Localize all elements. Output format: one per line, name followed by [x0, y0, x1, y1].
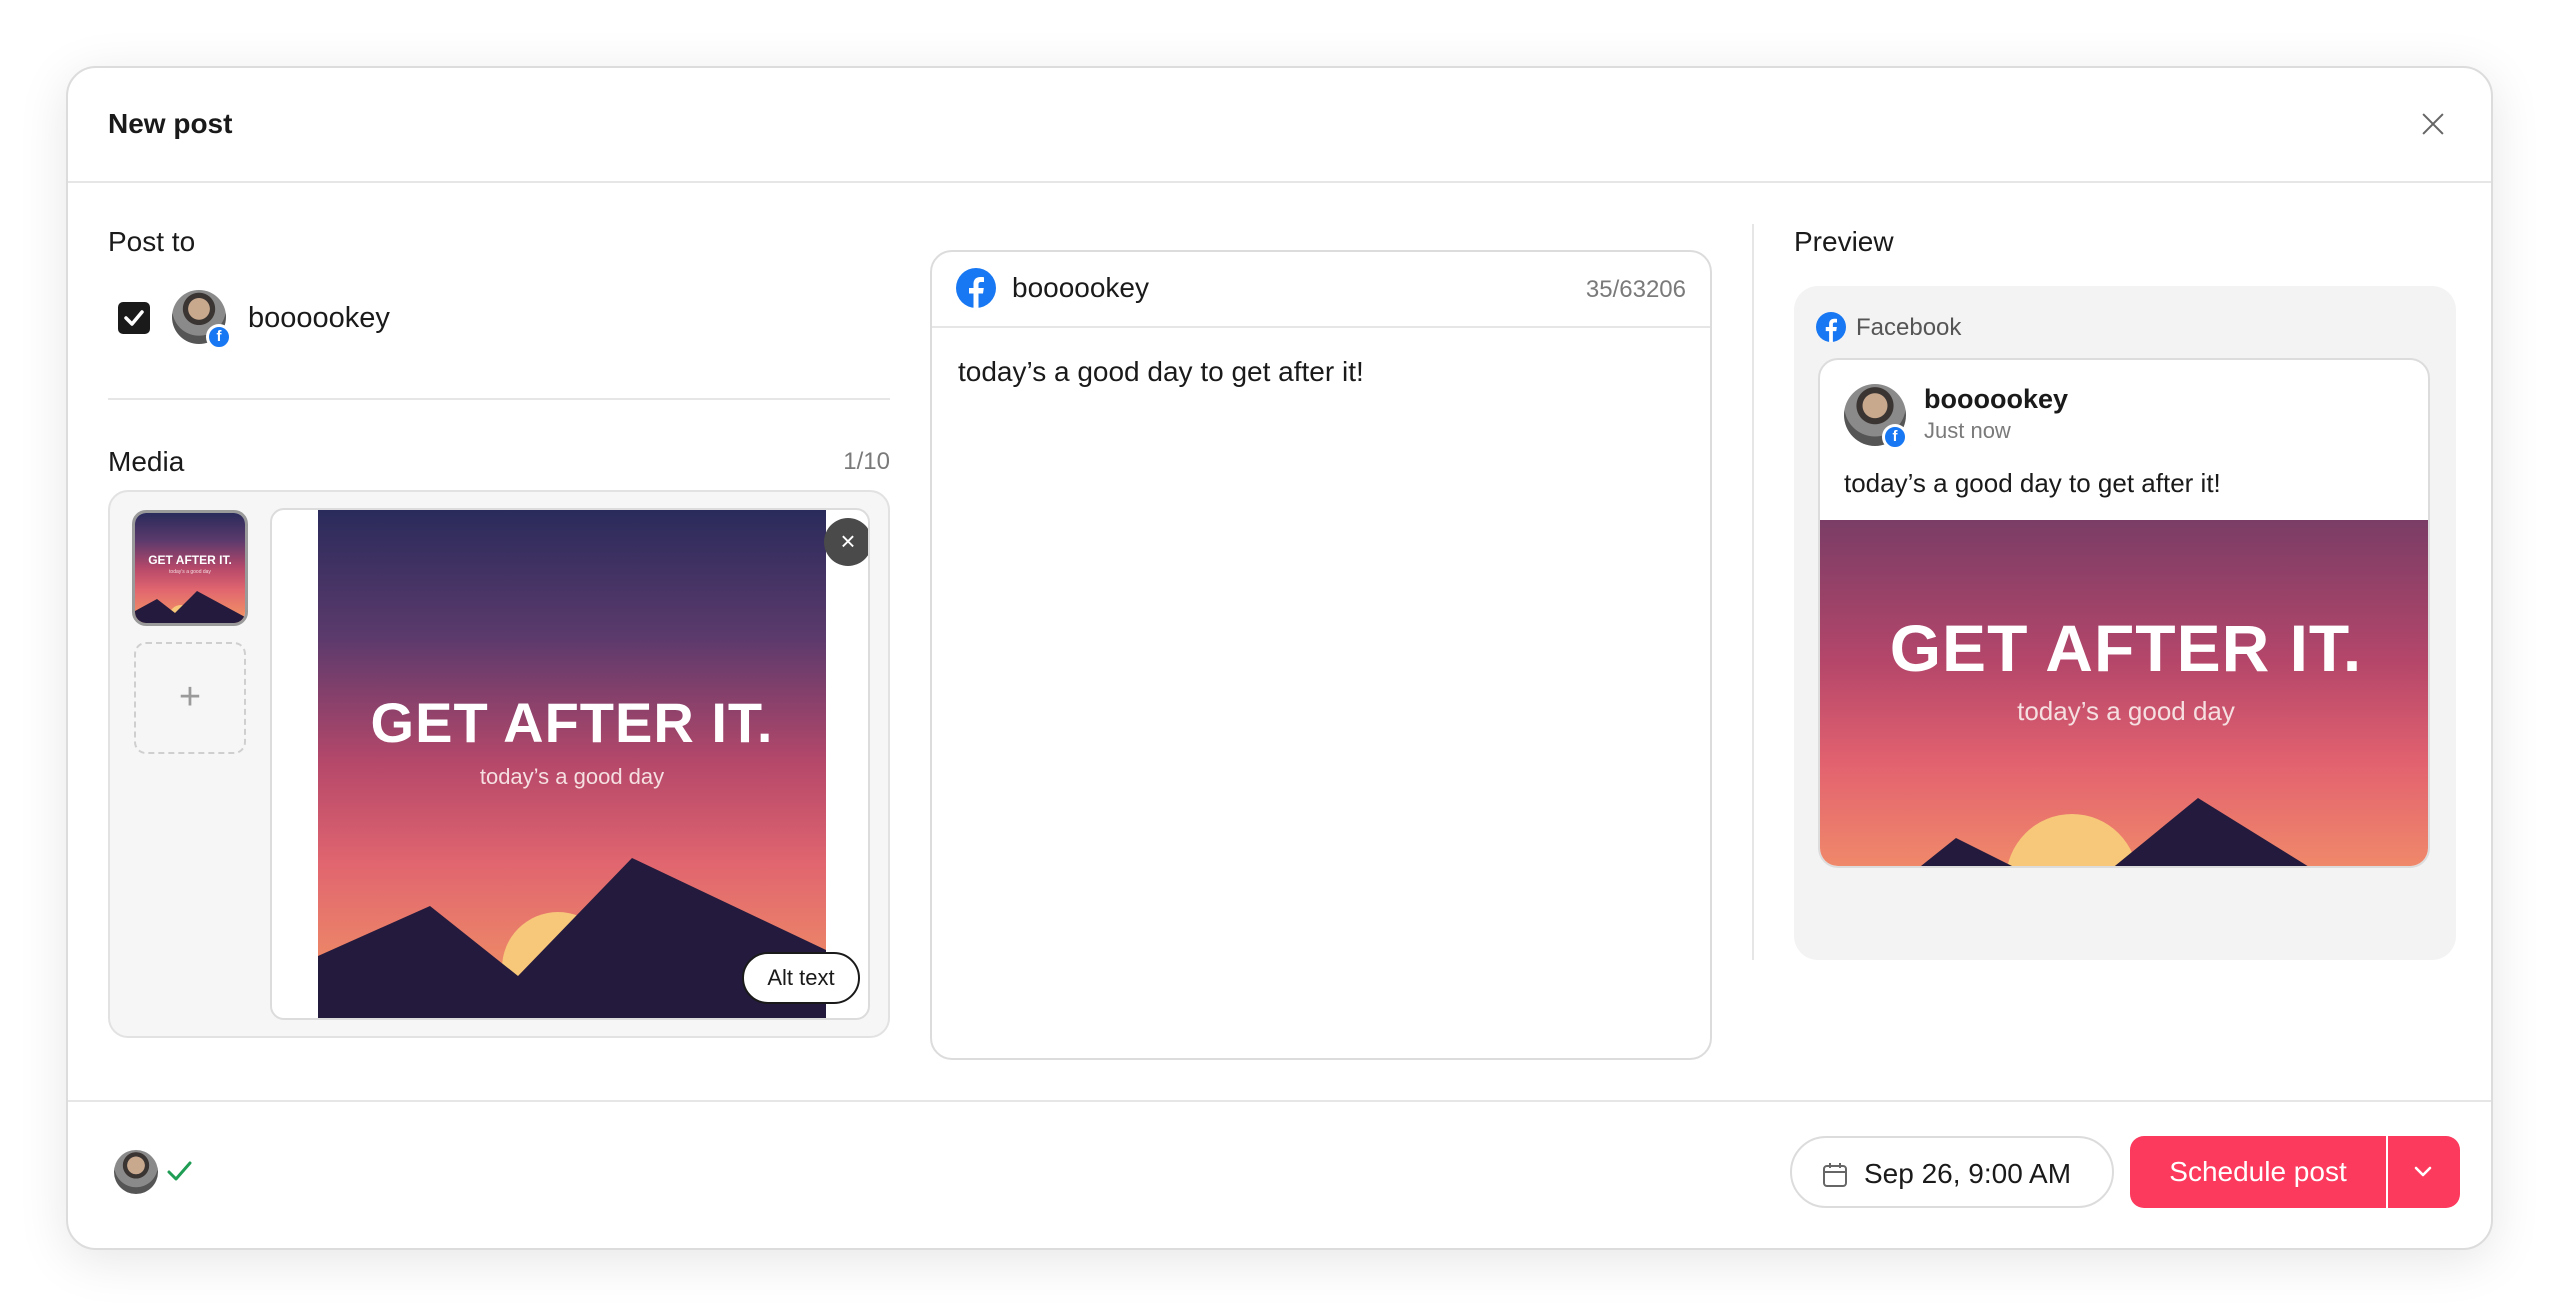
- preview-timestamp: Just now: [1924, 418, 2011, 443]
- modal-header: New post: [68, 68, 2491, 183]
- media-thumbnail[interactable]: GET AFTER IT. today’s a good day: [132, 510, 248, 626]
- preview-post-text: today’s a good day to get after it!: [1844, 468, 2221, 498]
- preview-subline: today’s a good day: [2017, 696, 2235, 726]
- modal-title: New post: [108, 108, 233, 139]
- preview-artwork: GET AFTER IT. today’s a good day: [1820, 520, 2428, 866]
- media-subline: today’s a good day: [479, 764, 665, 789]
- section-divider: [108, 398, 890, 400]
- plus-icon: +: [178, 676, 202, 718]
- mountain-graphic: [1921, 798, 2308, 866]
- schedule-options-button[interactable]: [2388, 1136, 2460, 1208]
- calendar-icon: [1823, 1163, 1847, 1187]
- thumbnail-artwork: GET AFTER IT. today’s a good day: [135, 513, 245, 623]
- preview-label: Preview: [1794, 226, 1894, 257]
- media-preview: GET AFTER IT. today’s a good day × Alt t…: [270, 508, 870, 1020]
- post-to-label: Post to: [108, 226, 196, 257]
- schedule-date: Sep 26, 9:00 AM: [1864, 1158, 2072, 1189]
- thumbnail-headline: GET AFTER IT.: [148, 553, 232, 567]
- thumbnail-subline: today’s a good day: [169, 569, 211, 575]
- media-headline: GET AFTER IT.: [370, 691, 774, 754]
- schedule-date-button[interactable]: Sep 26, 9:00 AM: [1790, 1136, 2114, 1208]
- facebook-icon: f: [206, 324, 232, 350]
- preview-account-name: boooookey: [1924, 384, 2069, 414]
- remove-media-button[interactable]: ×: [824, 518, 868, 566]
- preview-headline: GET AFTER IT.: [1889, 611, 2363, 685]
- editor-account-name: boooookey: [1012, 272, 1150, 303]
- preview-platform-name: Facebook: [1856, 314, 1962, 341]
- media-label: Media: [108, 446, 185, 477]
- avatar: [114, 1150, 158, 1194]
- media-panel: GET AFTER IT. today’s a good day + GET A…: [108, 490, 890, 1038]
- add-media-button[interactable]: +: [134, 642, 246, 754]
- mountain-graphic: [135, 591, 245, 623]
- chevron-down-icon: [2414, 1166, 2432, 1177]
- new-post-modal: New post Post to f boooookey Media 1/10 …: [66, 66, 2493, 1250]
- facebook-icon: [956, 268, 996, 308]
- checkbox-checked-icon: [124, 310, 144, 326]
- modal-footer: Sep 26, 9:00 AM Schedule post: [68, 1100, 2491, 1248]
- post-editor: boooookey 35/63206 today’s a good day to…: [930, 250, 1712, 1060]
- preview-panel: Facebook f boooookey Just now today’s a …: [1794, 286, 2456, 960]
- post-text-input[interactable]: today’s a good day to get after it!: [958, 356, 1364, 388]
- editor-header: boooookey 35/63206: [932, 252, 1710, 328]
- alt-text-button[interactable]: Alt text: [742, 952, 860, 1004]
- media-count: 1/10: [843, 448, 890, 475]
- account-name: boooookey: [248, 302, 390, 334]
- character-count: 35/63206: [1585, 276, 1686, 303]
- facebook-icon: [1816, 312, 1846, 342]
- column-divider: [1752, 224, 1754, 960]
- check-icon: [167, 1161, 192, 1181]
- facebook-post-preview: f boooookey Just now today’s a good day …: [1818, 358, 2430, 868]
- media-artwork: GET AFTER IT. today’s a good day: [318, 510, 826, 1018]
- schedule-post-button[interactable]: Schedule post: [2130, 1136, 2386, 1208]
- facebook-icon: f: [1882, 424, 1908, 450]
- account-checkbox[interactable]: [118, 302, 150, 334]
- close-icon[interactable]: [2413, 104, 2453, 144]
